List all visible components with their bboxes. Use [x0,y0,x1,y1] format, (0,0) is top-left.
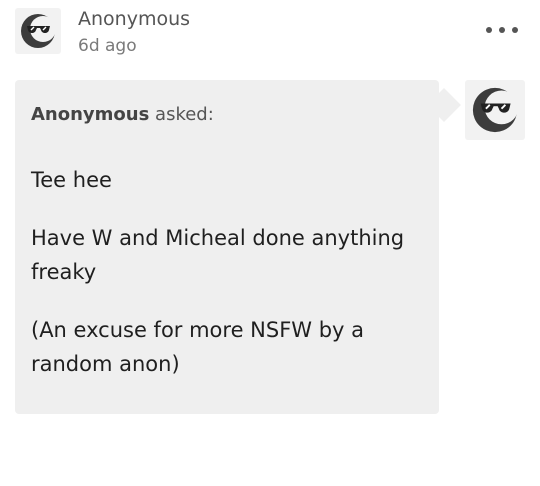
ask-paragraph: Have W and Micheal done anything freaky [31,226,405,284]
more-dot-icon [486,27,492,33]
more-dot-icon [512,27,518,33]
anonymous-avatar-icon [472,87,519,133]
asker-avatar[interactable] [465,80,525,140]
more-options-button[interactable] [486,20,518,40]
author-name[interactable]: Anonymous [78,8,190,30]
post-header: Anonymous 6d ago [0,0,540,70]
ask-paragraph: Tee hee [31,168,112,192]
asked-label: asked: [155,104,214,125]
ask-body: Tee hee Have W and Micheal done anything… [31,163,426,405]
post-time[interactable]: 6d ago [78,36,137,56]
author-avatar[interactable] [15,8,61,54]
asker-line: Anonymous asked: [31,104,214,125]
asker-name: Anonymous [31,104,150,125]
anonymous-avatar-icon [21,14,56,48]
more-dot-icon [499,27,505,33]
ask-paragraph: (An excuse for more NSFW by a random ano… [31,318,365,376]
